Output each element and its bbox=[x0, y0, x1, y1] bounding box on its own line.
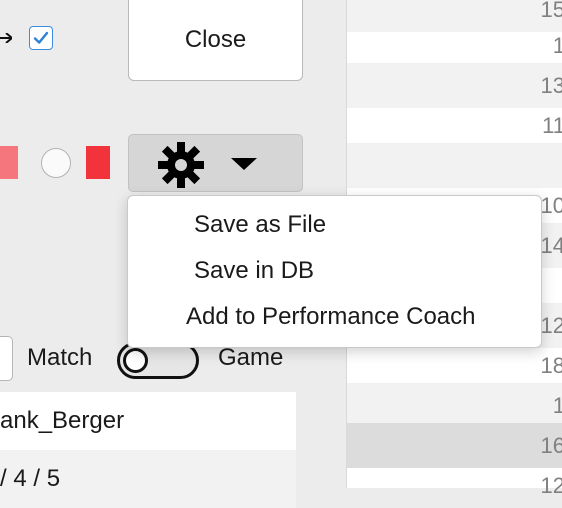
table-row[interactable]: 12 bbox=[347, 463, 562, 508]
row-value: 15 bbox=[540, 0, 562, 22]
table-row[interactable] bbox=[347, 143, 562, 188]
row-value: 16 bbox=[540, 432, 562, 458]
row-value: 12 bbox=[540, 472, 562, 498]
checkmark-icon bbox=[33, 31, 49, 44]
color-swatch[interactable] bbox=[0, 146, 18, 179]
text-input[interactable] bbox=[0, 336, 13, 381]
menu-item-add-to-performance-coach[interactable]: Add to Performance Coach bbox=[186, 303, 476, 331]
row-value: 18 bbox=[540, 352, 562, 378]
match-label: Match bbox=[27, 344, 93, 371]
settings-menu: Save as File Save in DB Add to Performan… bbox=[127, 195, 542, 348]
table-row-selected[interactable]: 16 bbox=[347, 423, 562, 468]
table-row[interactable]: 1 bbox=[347, 383, 562, 428]
gear-icon bbox=[158, 142, 204, 188]
table-row[interactable]: 11 bbox=[347, 103, 562, 148]
color-radio-button[interactable] bbox=[41, 148, 71, 178]
list-item-text: / 4 / 5 bbox=[0, 465, 61, 492]
row-value: 10 bbox=[540, 192, 562, 218]
list-item[interactable]: ank_Berger bbox=[0, 392, 296, 450]
game-label: Game bbox=[218, 344, 284, 371]
row-value: 14 bbox=[540, 232, 562, 258]
list-item-text: ank_Berger bbox=[0, 407, 125, 434]
table-row[interactable]: 1 bbox=[347, 23, 562, 68]
menu-item-save-in-db[interactable]: Save in DB bbox=[194, 257, 314, 285]
toggle-knob bbox=[123, 348, 148, 373]
arrow-right-icon bbox=[0, 33, 12, 43]
color-swatch-red[interactable] bbox=[86, 146, 110, 179]
row-value: 11 bbox=[542, 112, 562, 138]
row-value: 12 bbox=[540, 312, 562, 338]
close-button[interactable]: Close bbox=[128, 0, 303, 81]
list-item[interactable]: / 4 / 5 bbox=[0, 450, 296, 508]
table-row[interactable]: 13 bbox=[347, 63, 562, 108]
settings-dropdown-button[interactable] bbox=[128, 134, 303, 192]
row-value: 1 bbox=[552, 392, 562, 418]
option-checkbox[interactable] bbox=[29, 26, 53, 50]
row-value: 1 bbox=[552, 32, 562, 58]
menu-item-save-as-file[interactable]: Save as File bbox=[194, 211, 326, 239]
table-row[interactable]: 18 bbox=[347, 343, 562, 388]
row-value: 13 bbox=[540, 72, 562, 98]
caret-down-icon bbox=[231, 158, 257, 170]
